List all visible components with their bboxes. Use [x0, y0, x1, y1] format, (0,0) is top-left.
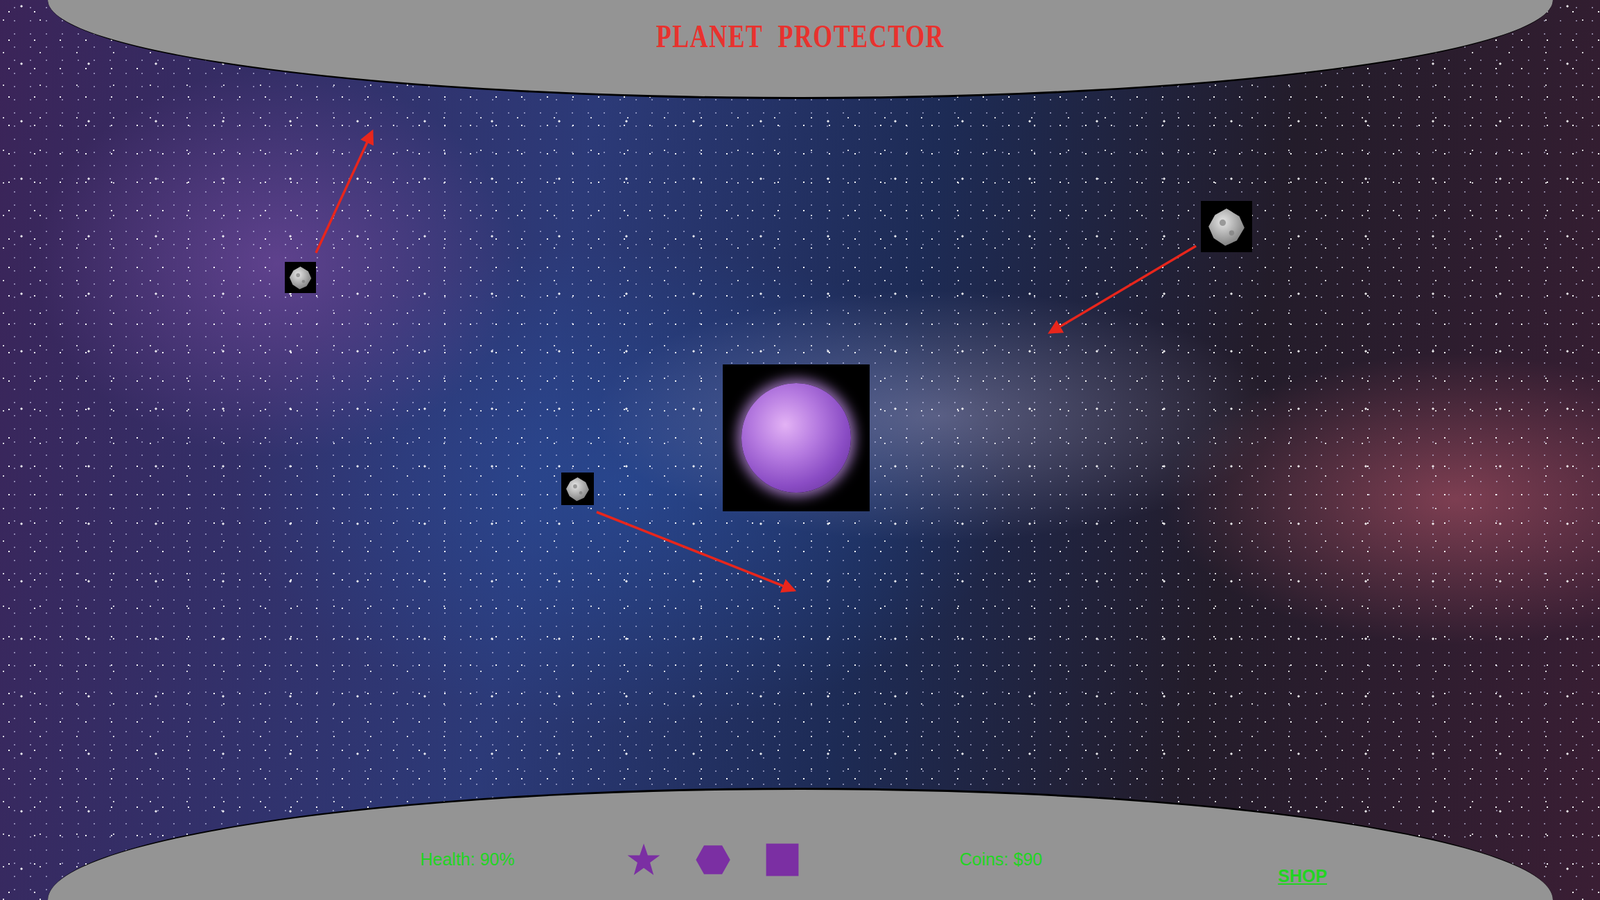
planet-icon	[741, 383, 851, 493]
square-icon[interactable]	[764, 841, 801, 878]
hud-bar: Health: 90% Coins: $90 SHOP	[47, 787, 1553, 900]
asteroid-icon	[1200, 200, 1253, 253]
game-title: PLANET PROTECTOR	[655, 18, 944, 55]
asteroid[interactable]	[1200, 200, 1253, 253]
coins-label: Coins: $90	[959, 849, 1043, 870]
asteroid-icon	[284, 261, 316, 294]
shop-link[interactable]: SHOP	[1277, 866, 1327, 887]
planet	[722, 364, 870, 512]
health-label: Health: 90%	[420, 849, 515, 870]
arrow-icon	[596, 512, 795, 591]
asteroid[interactable]	[561, 472, 594, 506]
asteroid[interactable]	[284, 261, 316, 294]
ability-list	[625, 841, 801, 878]
arrow-icon	[315, 131, 373, 253]
star-icon[interactable]	[625, 841, 662, 878]
title-banner: PLANET PROTECTOR	[47, 0, 1553, 100]
hexagon-icon[interactable]	[695, 841, 732, 878]
asteroid-icon	[561, 472, 594, 506]
game-stage: PLANET PROTECTOR Health: 90% Coins: $90 SHO…	[0, 0, 1600, 900]
arrow-icon	[1049, 245, 1197, 333]
